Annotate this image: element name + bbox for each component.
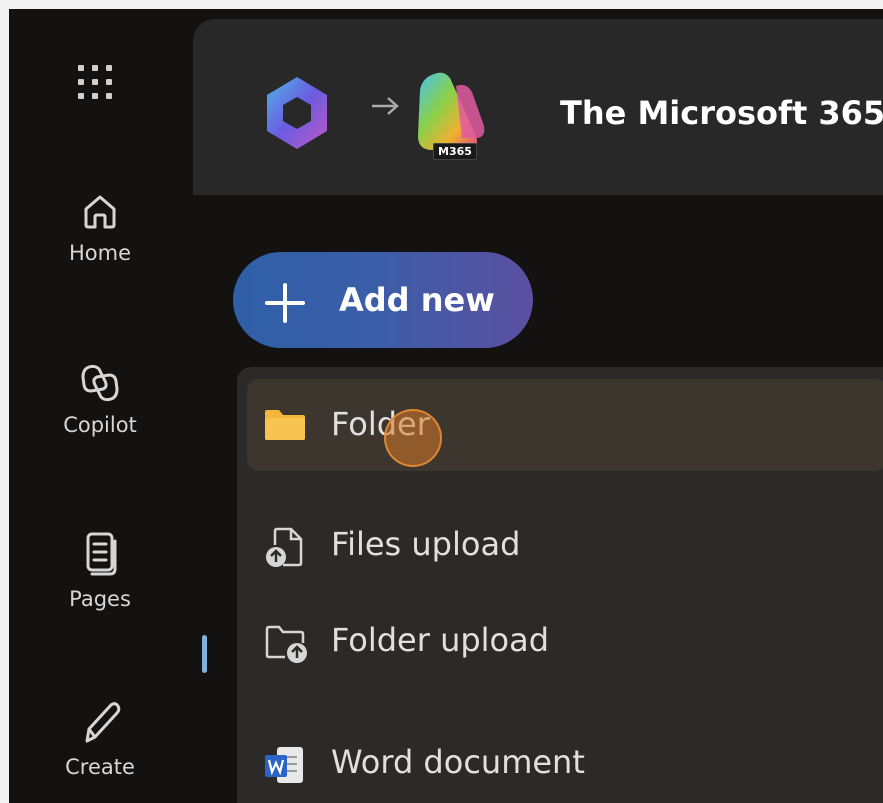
app-header: M365 The Microsoft 365 C (193, 19, 883, 195)
copilot-logo-icon (267, 77, 327, 149)
home-icon (84, 195, 116, 229)
left-rail: Home Copilot Pages Create (9, 9, 191, 803)
menu-item-files-upload[interactable]: Files upload (247, 499, 883, 591)
menu-item-label: Files upload (331, 525, 521, 563)
rail-item-home[interactable]: Home (9, 189, 191, 265)
rail-label-create: Create (65, 755, 135, 779)
menu-item-label: Folder (331, 405, 430, 443)
rail-label-pages: Pages (69, 587, 131, 611)
create-icon (85, 702, 121, 743)
add-new-button[interactable]: Add new (233, 252, 533, 348)
menu-item-folder[interactable]: Folder (247, 379, 883, 471)
menu-item-label: Word document (331, 743, 585, 781)
rail-item-pages[interactable]: Pages (9, 529, 191, 611)
folder-icon (265, 410, 305, 440)
rail-label-copilot: Copilot (63, 413, 137, 437)
rail-label-home: Home (68, 241, 131, 265)
copilot-icon (81, 364, 119, 402)
add-new-menu: Folder Files upload Folder upload Word d… (237, 367, 883, 803)
menu-item-folder-upload[interactable]: Folder upload (247, 595, 883, 687)
menu-item-label: Folder upload (331, 621, 550, 659)
menu-item-word-document[interactable]: Word document (247, 717, 883, 803)
word-document-icon (265, 747, 303, 783)
m365-badge: M365 (433, 143, 477, 160)
plus-icon (265, 283, 305, 323)
app-window: Home Copilot Pages Create M365 The Micro… (9, 9, 883, 803)
app-launcher-icon[interactable] (76, 63, 116, 103)
selection-indicator (202, 635, 207, 673)
files-upload-icon (266, 527, 303, 567)
rail-item-create[interactable]: Create (9, 697, 191, 779)
pages-icon (86, 532, 117, 576)
page-title: The Microsoft 365 C (560, 94, 883, 132)
add-new-label: Add new (339, 281, 495, 319)
rail-item-copilot[interactable]: Copilot (9, 361, 191, 437)
folder-upload-icon (265, 625, 307, 663)
arrow-right-icon (372, 97, 399, 115)
